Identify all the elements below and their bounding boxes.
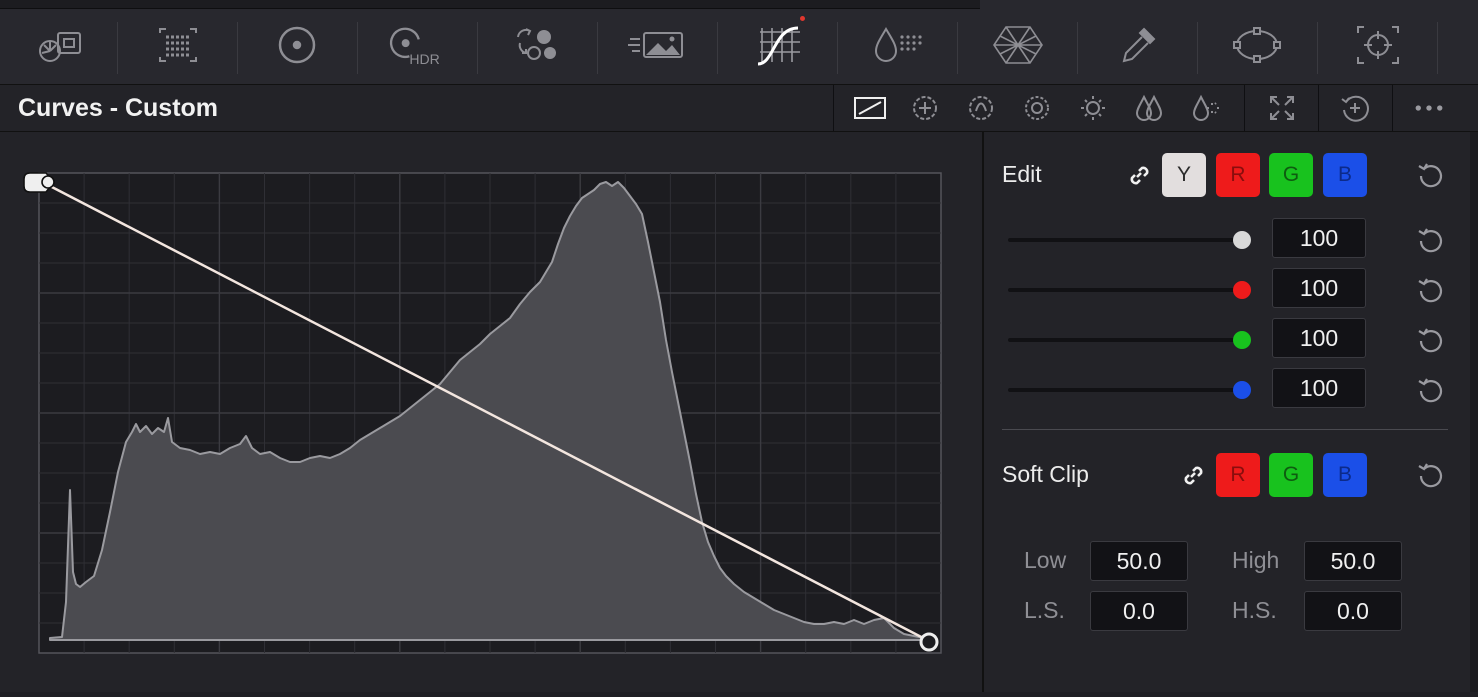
channel-b-button[interactable]: B xyxy=(1323,153,1367,197)
gain-slider-track-y[interactable] xyxy=(1008,238,1242,242)
ls-label: L.S. xyxy=(1024,597,1065,623)
color-wheels-icon[interactable] xyxy=(267,18,327,72)
stabilizer-icon[interactable] xyxy=(1348,18,1408,72)
right-edge-scrollbar[interactable] xyxy=(1470,132,1478,692)
hue-vs-sat-icon[interactable] xyxy=(964,93,998,123)
color-match-icon[interactable] xyxy=(148,18,208,72)
color-warper-icon[interactable] xyxy=(868,18,928,72)
rgb-mixer-icon[interactable] xyxy=(508,18,568,72)
gain-value-field-y[interactable]: 100 xyxy=(1272,218,1366,258)
soft-clip-r-button[interactable]: R xyxy=(1216,453,1260,497)
gain-reset-icon[interactable] xyxy=(1414,373,1448,407)
palette-toolbar: HDR xyxy=(0,0,1478,85)
gain-reset-icon[interactable] xyxy=(1414,323,1448,357)
gain-value-field-b[interactable]: 100 xyxy=(1272,368,1366,408)
hs-label: H.S. xyxy=(1232,597,1277,623)
lum-vs-sat-icon[interactable] xyxy=(1076,93,1110,123)
fullscreen-icon[interactable] xyxy=(1265,93,1299,123)
ls-field[interactable]: 0.0 xyxy=(1090,591,1188,631)
hue-vs-lum-icon[interactable] xyxy=(1020,93,1054,123)
high-field[interactable]: 50.0 xyxy=(1304,541,1402,581)
gain-slider-track-r[interactable] xyxy=(1008,288,1242,292)
qualifier-icon[interactable] xyxy=(988,18,1048,72)
gain-reset-icon[interactable] xyxy=(1414,223,1448,257)
gain-slider-track-g[interactable] xyxy=(1008,338,1242,342)
low-label: Low xyxy=(1024,547,1067,573)
custom-curve-icon[interactable] xyxy=(853,93,887,123)
motion-effects-icon[interactable] xyxy=(626,18,686,72)
soft-clip-label: Soft Clip xyxy=(1002,461,1089,487)
hue-vs-hue-icon[interactable] xyxy=(908,93,942,123)
soft-clip-reset-icon[interactable] xyxy=(1414,458,1448,492)
link-icon[interactable] xyxy=(1124,160,1154,190)
page-title: Curves - Custom xyxy=(18,94,219,122)
low-field[interactable]: 50.0 xyxy=(1090,541,1188,581)
curve-editor[interactable] xyxy=(0,132,982,692)
edit-label: Edit xyxy=(1002,161,1042,187)
gain-slider-knob-g[interactable] xyxy=(1233,331,1251,349)
edit-reset-icon[interactable] xyxy=(1414,158,1448,192)
curves-controls-panel: Edit Y R G B 100 100 100 100 Soft Clip R G … xyxy=(984,132,1478,692)
camera-raw-icon[interactable] xyxy=(30,18,90,72)
soft-clip-b-button[interactable]: B xyxy=(1323,453,1367,497)
toolbar-top-strip xyxy=(0,0,980,9)
high-label: High xyxy=(1232,547,1280,573)
add-node-icon[interactable] xyxy=(1338,93,1372,123)
hdr-icon-label: HDR xyxy=(409,51,439,67)
curve-end-point[interactable] xyxy=(919,632,939,652)
channel-y-button[interactable]: Y xyxy=(1162,153,1206,197)
palette-header: Curves - Custom xyxy=(0,85,1478,132)
more-options-icon[interactable] xyxy=(1412,93,1446,123)
gain-value-field-g[interactable]: 100 xyxy=(1272,318,1366,358)
gain-slider-track-b[interactable] xyxy=(1008,388,1242,392)
tracker-icon[interactable] xyxy=(1227,18,1287,72)
hs-field[interactable]: 0.0 xyxy=(1304,591,1402,631)
gain-value-field-r[interactable]: 100 xyxy=(1272,268,1366,308)
curve-graph-area xyxy=(0,132,982,692)
soft-clip-g-button[interactable]: G xyxy=(1269,453,1313,497)
section-divider xyxy=(1002,429,1448,430)
modified-indicator xyxy=(800,16,805,21)
curves-icon[interactable] xyxy=(748,18,808,72)
channel-r-button[interactable]: R xyxy=(1216,153,1260,197)
channel-g-button[interactable]: G xyxy=(1269,153,1313,197)
sat-vs-sat-icon[interactable] xyxy=(1132,93,1166,123)
gain-slider-knob-y[interactable] xyxy=(1233,231,1251,249)
hdr-wheels-icon[interactable]: HDR xyxy=(385,18,445,72)
gain-slider-knob-r[interactable] xyxy=(1233,281,1251,299)
gain-slider-knob-b[interactable] xyxy=(1233,381,1251,399)
sat-vs-lum-icon[interactable] xyxy=(1188,93,1222,123)
window-icon[interactable] xyxy=(1108,18,1168,72)
gain-reset-icon[interactable] xyxy=(1414,273,1448,307)
soft-clip-link-icon[interactable] xyxy=(1178,460,1208,490)
